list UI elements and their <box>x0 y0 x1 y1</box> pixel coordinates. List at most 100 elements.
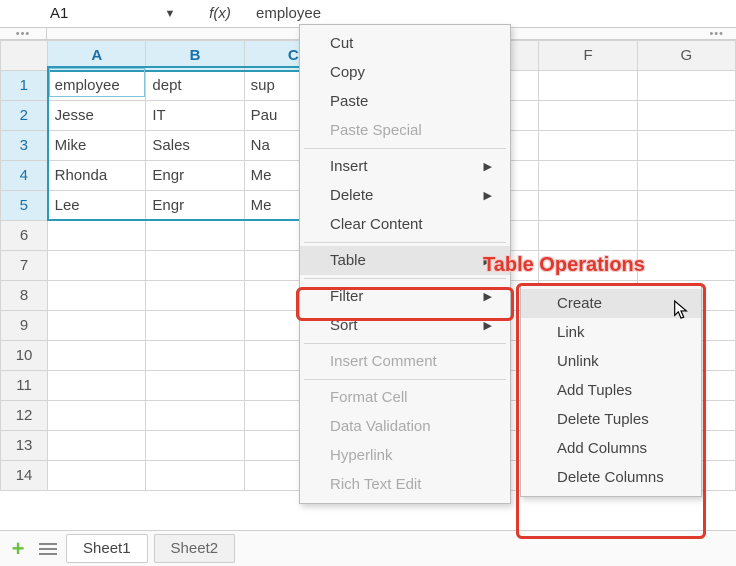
menu-item-label: Data Validation <box>330 418 431 435</box>
name-box-dropdown-icon[interactable]: ▼ <box>150 8 190 20</box>
row-header-3[interactable]: 3 <box>1 131 48 161</box>
cell[interactable] <box>146 311 244 341</box>
sheet-tab-sheet1[interactable]: Sheet1 <box>66 534 148 563</box>
cell[interactable] <box>48 341 146 371</box>
submenu-item-unlink[interactable]: Unlink <box>521 347 701 376</box>
submenu-arrow-icon: ▶ <box>484 189 492 202</box>
submenu-item-label: Add Columns <box>557 440 647 457</box>
sheet-tab-sheet2[interactable]: Sheet2 <box>154 534 236 563</box>
menu-item-cut[interactable]: Cut <box>300 29 510 58</box>
cell[interactable] <box>637 71 735 101</box>
submenu-item-label: Delete Tuples <box>557 411 649 428</box>
cell[interactable] <box>637 101 735 131</box>
submenu-item-add-tuples[interactable]: Add Tuples <box>521 376 701 405</box>
col-header-F[interactable]: F <box>539 41 637 71</box>
cell[interactable] <box>637 131 735 161</box>
cell[interactable] <box>48 281 146 311</box>
cell[interactable] <box>48 461 146 491</box>
cell[interactable] <box>146 461 244 491</box>
cell[interactable] <box>146 431 244 461</box>
cell[interactable] <box>146 281 244 311</box>
cell[interactable] <box>48 311 146 341</box>
menu-item-delete[interactable]: Delete ▶ <box>300 181 510 210</box>
cell[interactable] <box>146 401 244 431</box>
row-header-4[interactable]: 4 <box>1 161 48 191</box>
cell[interactable]: Mike <box>48 131 146 161</box>
cell[interactable] <box>637 221 735 251</box>
cell[interactable] <box>539 161 637 191</box>
cell[interactable]: Lee <box>48 191 146 221</box>
col-header-B[interactable]: B <box>146 41 244 71</box>
cell[interactable]: Sales <box>146 131 244 161</box>
menu-item-table[interactable]: Table▶ <box>300 246 510 275</box>
row-header-7[interactable]: 7 <box>1 251 48 281</box>
cell[interactable] <box>146 371 244 401</box>
formula-input[interactable] <box>254 4 736 23</box>
cell[interactable] <box>48 431 146 461</box>
menu-item-paste[interactable]: Paste <box>300 87 510 116</box>
cell[interactable]: Jesse <box>48 101 146 131</box>
row-header-6[interactable]: 6 <box>1 221 48 251</box>
row-header-5[interactable]: 5 <box>1 191 48 221</box>
row-header-12[interactable]: 12 <box>1 401 48 431</box>
row-header-11[interactable]: 11 <box>1 371 48 401</box>
menu-item-insert-comment: Insert Comment <box>300 347 510 376</box>
row-header-14[interactable]: 14 <box>1 461 48 491</box>
row-header-2[interactable]: 2 <box>1 101 48 131</box>
menu-item-label: Filter <box>330 288 363 305</box>
fx-label[interactable]: f(x) <box>190 5 250 22</box>
menu-item-copy[interactable]: Copy <box>300 58 510 87</box>
cell-reference-box[interactable]: A1 <box>0 5 150 22</box>
cell[interactable]: Engr <box>146 191 244 221</box>
cell[interactable] <box>637 161 735 191</box>
submenu-item-create[interactable]: Create <box>521 289 701 318</box>
row-header-1[interactable]: 1 <box>1 71 48 101</box>
menu-item-label: Delete <box>330 187 373 204</box>
cell[interactable] <box>539 221 637 251</box>
submenu-item-delete-tuples[interactable]: Delete Tuples <box>521 405 701 434</box>
col-header-A[interactable]: A <box>48 41 146 71</box>
cell[interactable] <box>48 371 146 401</box>
submenu-item-label: Create <box>557 295 602 312</box>
context-menu: CutCopyPastePaste SpecialInsert▶Delete▶C… <box>299 24 511 504</box>
menu-item-filter[interactable]: Filter▶ <box>300 282 510 311</box>
cell[interactable] <box>48 221 146 251</box>
row-header-10[interactable]: 10 <box>1 341 48 371</box>
menu-item-sort[interactable]: Sort▶ <box>300 311 510 340</box>
sheet-list-button[interactable] <box>36 537 60 561</box>
menu-item-label: Table <box>330 252 366 269</box>
menu-item-label: Insert <box>330 158 368 175</box>
pane-handle-left[interactable]: ••• <box>0 28 47 39</box>
menu-item-clear-content[interactable]: Clear Content <box>300 210 510 239</box>
cell[interactable]: Engr <box>146 161 244 191</box>
row-header-8[interactable]: 8 <box>1 281 48 311</box>
submenu-item-link[interactable]: Link <box>521 318 701 347</box>
select-all-corner[interactable] <box>1 41 48 71</box>
col-header-G[interactable]: G <box>637 41 735 71</box>
cell[interactable] <box>637 251 735 281</box>
add-sheet-button[interactable]: + <box>6 537 30 561</box>
cell[interactable] <box>539 191 637 221</box>
cell[interactable]: dept <box>146 71 244 101</box>
cell[interactable]: IT <box>146 101 244 131</box>
cell[interactable]: employee <box>48 71 146 101</box>
cell[interactable] <box>146 251 244 281</box>
submenu-item-add-columns[interactable]: Add Columns <box>521 434 701 463</box>
submenu-item-label: Unlink <box>557 353 599 370</box>
cell[interactable] <box>48 401 146 431</box>
cell[interactable] <box>146 341 244 371</box>
cell[interactable] <box>146 221 244 251</box>
row-header-13[interactable]: 13 <box>1 431 48 461</box>
cell[interactable] <box>637 191 735 221</box>
cell[interactable] <box>539 131 637 161</box>
menu-item-label: Insert Comment <box>330 353 437 370</box>
menu-separator <box>304 148 506 149</box>
cell[interactable] <box>539 101 637 131</box>
submenu-arrow-icon: ▶ <box>484 160 492 173</box>
cell[interactable] <box>539 71 637 101</box>
cell[interactable]: Rhonda <box>48 161 146 191</box>
submenu-item-delete-columns[interactable]: Delete Columns <box>521 463 701 492</box>
menu-item-insert[interactable]: Insert ▶ <box>300 152 510 181</box>
row-header-9[interactable]: 9 <box>1 311 48 341</box>
cell[interactable] <box>48 251 146 281</box>
